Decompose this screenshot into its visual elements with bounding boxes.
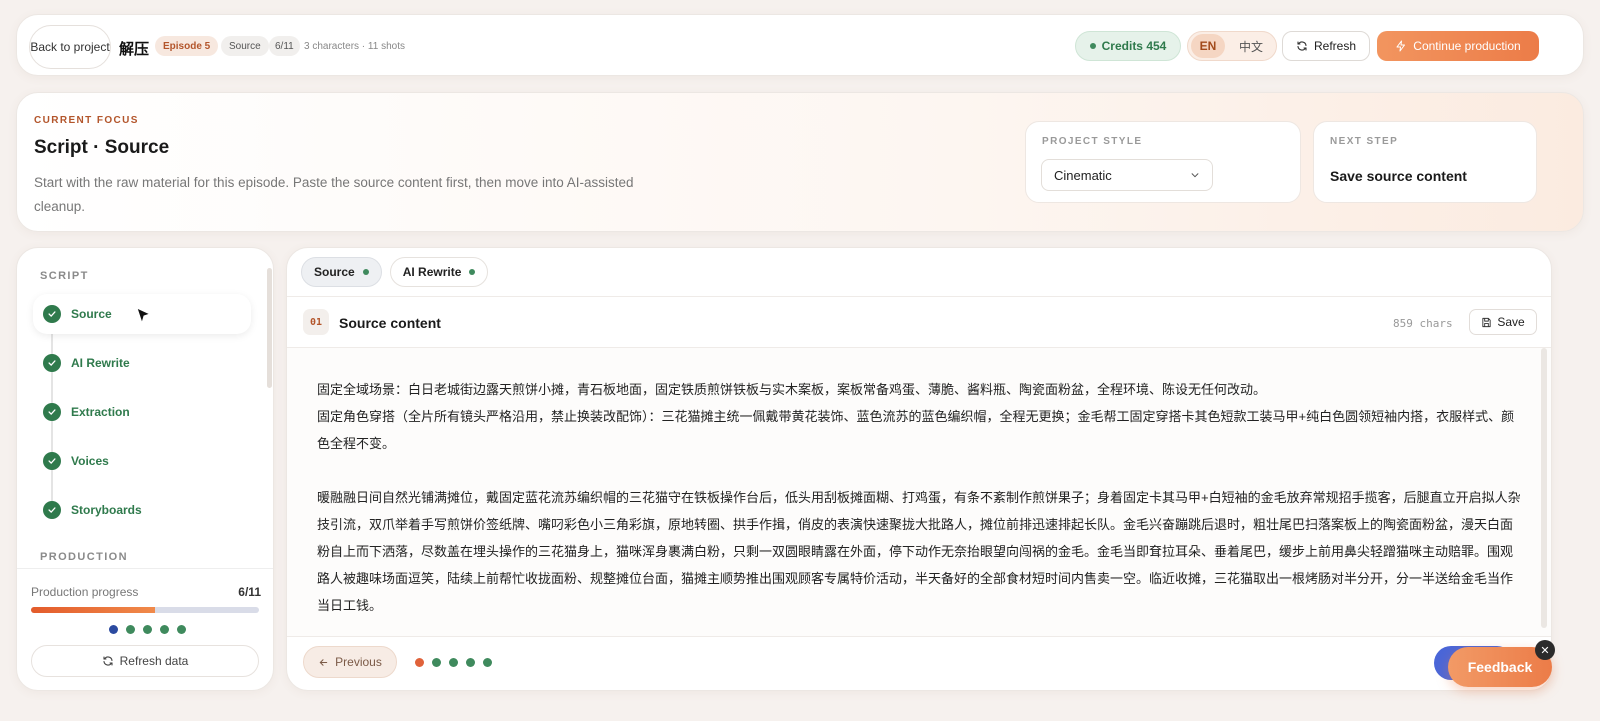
tab-label: Source (314, 265, 355, 279)
progress-dot[interactable] (126, 625, 135, 634)
continue-production-button[interactable]: Continue production (1377, 31, 1539, 61)
next-step-value: Save source content (1330, 168, 1467, 184)
sidebar-item-label: Voices (71, 454, 109, 468)
refresh-data-button[interactable]: Refresh data (31, 645, 259, 677)
sidebar-item-ai-rewrite[interactable]: AI Rewrite (33, 343, 251, 383)
episode-badge: Episode 5 (155, 36, 219, 56)
editor-scrollbar[interactable] (1541, 348, 1547, 628)
source-editor-panel: Source AI Rewrite 01 Source content 859 … (286, 247, 1552, 691)
episode-meta: 3 characters · 11 shots (304, 41, 405, 52)
step-dots (415, 658, 492, 667)
lang-en-option[interactable]: EN (1191, 34, 1225, 58)
check-icon (43, 305, 61, 323)
close-icon[interactable]: ✕ (1535, 640, 1555, 660)
lightning-icon (1396, 40, 1406, 52)
focus-description: Start with the raw material for this epi… (34, 175, 634, 214)
section-header: 01 Source content 859 chars Save (287, 296, 1551, 348)
sidebar-item-label: Source (71, 307, 112, 321)
progress-dot[interactable] (143, 625, 152, 634)
project-style-card: PROJECT STYLE Cinematic (1025, 121, 1301, 203)
focus-title: Script · Source (34, 137, 170, 158)
progress-label: Production progress (31, 585, 139, 599)
editor-footer: Previous (287, 636, 1551, 690)
stage-badge: Source (221, 36, 269, 56)
refresh-icon (1297, 41, 1307, 51)
sidebar-item-voices[interactable]: Voices (33, 441, 251, 481)
step-dot[interactable] (483, 658, 492, 667)
tab-label: AI Rewrite (402, 265, 462, 279)
progress-bar (31, 607, 259, 613)
save-label: Save (1497, 315, 1525, 329)
sidebar-item-label: AI Rewrite (71, 356, 130, 370)
save-button[interactable]: Save (1469, 309, 1537, 335)
refresh-data-label: Refresh data (119, 654, 189, 668)
production-progress: Production progress 6/11 Refresh data (17, 568, 273, 690)
next-step-card: NEXT STEP Save source content (1313, 121, 1537, 203)
project-style-value: Cinematic (1054, 167, 1112, 183)
tab-source[interactable]: Source (301, 257, 382, 287)
check-icon (43, 501, 61, 519)
step-dot[interactable] (449, 658, 458, 667)
credits-badge: Credits 454 (1075, 31, 1181, 61)
progress-bar-fill (31, 607, 156, 613)
credits-label: Credits 454 (1101, 39, 1167, 53)
refresh-icon (103, 656, 113, 666)
check-icon (43, 403, 61, 421)
check-icon (43, 354, 61, 372)
script-section-label: SCRIPT (40, 270, 89, 282)
sidebar-item-label: Storyboards (71, 503, 142, 517)
step-dot[interactable] (415, 658, 424, 667)
step-dot[interactable] (466, 658, 475, 667)
focus-eyebrow: CURRENT FOCUS (34, 115, 139, 126)
step-dot[interactable] (432, 658, 441, 667)
sidebar-item-storyboards[interactable]: Storyboards (33, 490, 251, 530)
refresh-button[interactable]: Refresh (1282, 31, 1370, 61)
sidebar-item-extraction[interactable]: Extraction (33, 392, 251, 432)
lang-zh-option[interactable]: 中文 (1229, 34, 1273, 58)
mouse-cursor-icon (136, 307, 152, 325)
progress-dot[interactable] (177, 625, 186, 634)
section-number: 01 (303, 309, 329, 335)
progress-dot[interactable] (160, 625, 169, 634)
chevron-down-icon (1191, 173, 1199, 178)
tab-ai-rewrite[interactable]: AI Rewrite (389, 257, 489, 287)
progress-dots (109, 625, 186, 634)
source-content-editor[interactable]: 固定全域场景：白日老城街边露天煎饼小摊，青石板地面，固定铁质煎饼铁板与实木案板，… (287, 348, 1551, 636)
project-title: 解压 (119, 41, 150, 58)
save-icon (1482, 317, 1491, 327)
previous-label: Previous (335, 655, 382, 669)
project-style-select[interactable]: Cinematic (1041, 159, 1213, 191)
step-count-badge: 6/11 (269, 36, 300, 56)
top-bar: Back to project 解压 Episode 5 Source 6/11… (16, 14, 1584, 76)
back-to-project-button[interactable]: Back to project (29, 25, 111, 69)
continue-label: Continue production (1413, 39, 1521, 53)
refresh-label: Refresh (1313, 39, 1357, 53)
previous-button[interactable]: Previous (303, 646, 397, 678)
char-count: 859 chars (1393, 317, 1453, 330)
current-focus-panel: CURRENT FOCUS Script · Source Start with… (16, 92, 1584, 232)
arrow-left-icon (319, 658, 328, 666)
section-title: Source content (339, 315, 441, 331)
production-section-label: PRODUCTION (40, 551, 128, 563)
source-content-text[interactable]: 固定全域场景：白日老城街边露天煎饼小摊，青石板地面，固定铁质煎饼铁板与实木案板，… (317, 376, 1523, 619)
sidebar-scrollbar[interactable] (267, 268, 272, 388)
check-icon (43, 452, 61, 470)
project-style-label: PROJECT STYLE (1042, 136, 1143, 147)
sidebar-item-label: Extraction (71, 405, 130, 419)
status-dot-icon (469, 269, 476, 275)
progress-value: 6/11 (238, 585, 261, 599)
progress-dot[interactable] (109, 625, 118, 634)
language-switch: EN 中文 (1187, 31, 1277, 61)
next-step-label: NEXT STEP (1330, 136, 1399, 147)
status-dot-icon (1089, 43, 1096, 49)
tab-bar: Source AI Rewrite (301, 257, 489, 287)
status-dot-icon (362, 269, 369, 275)
